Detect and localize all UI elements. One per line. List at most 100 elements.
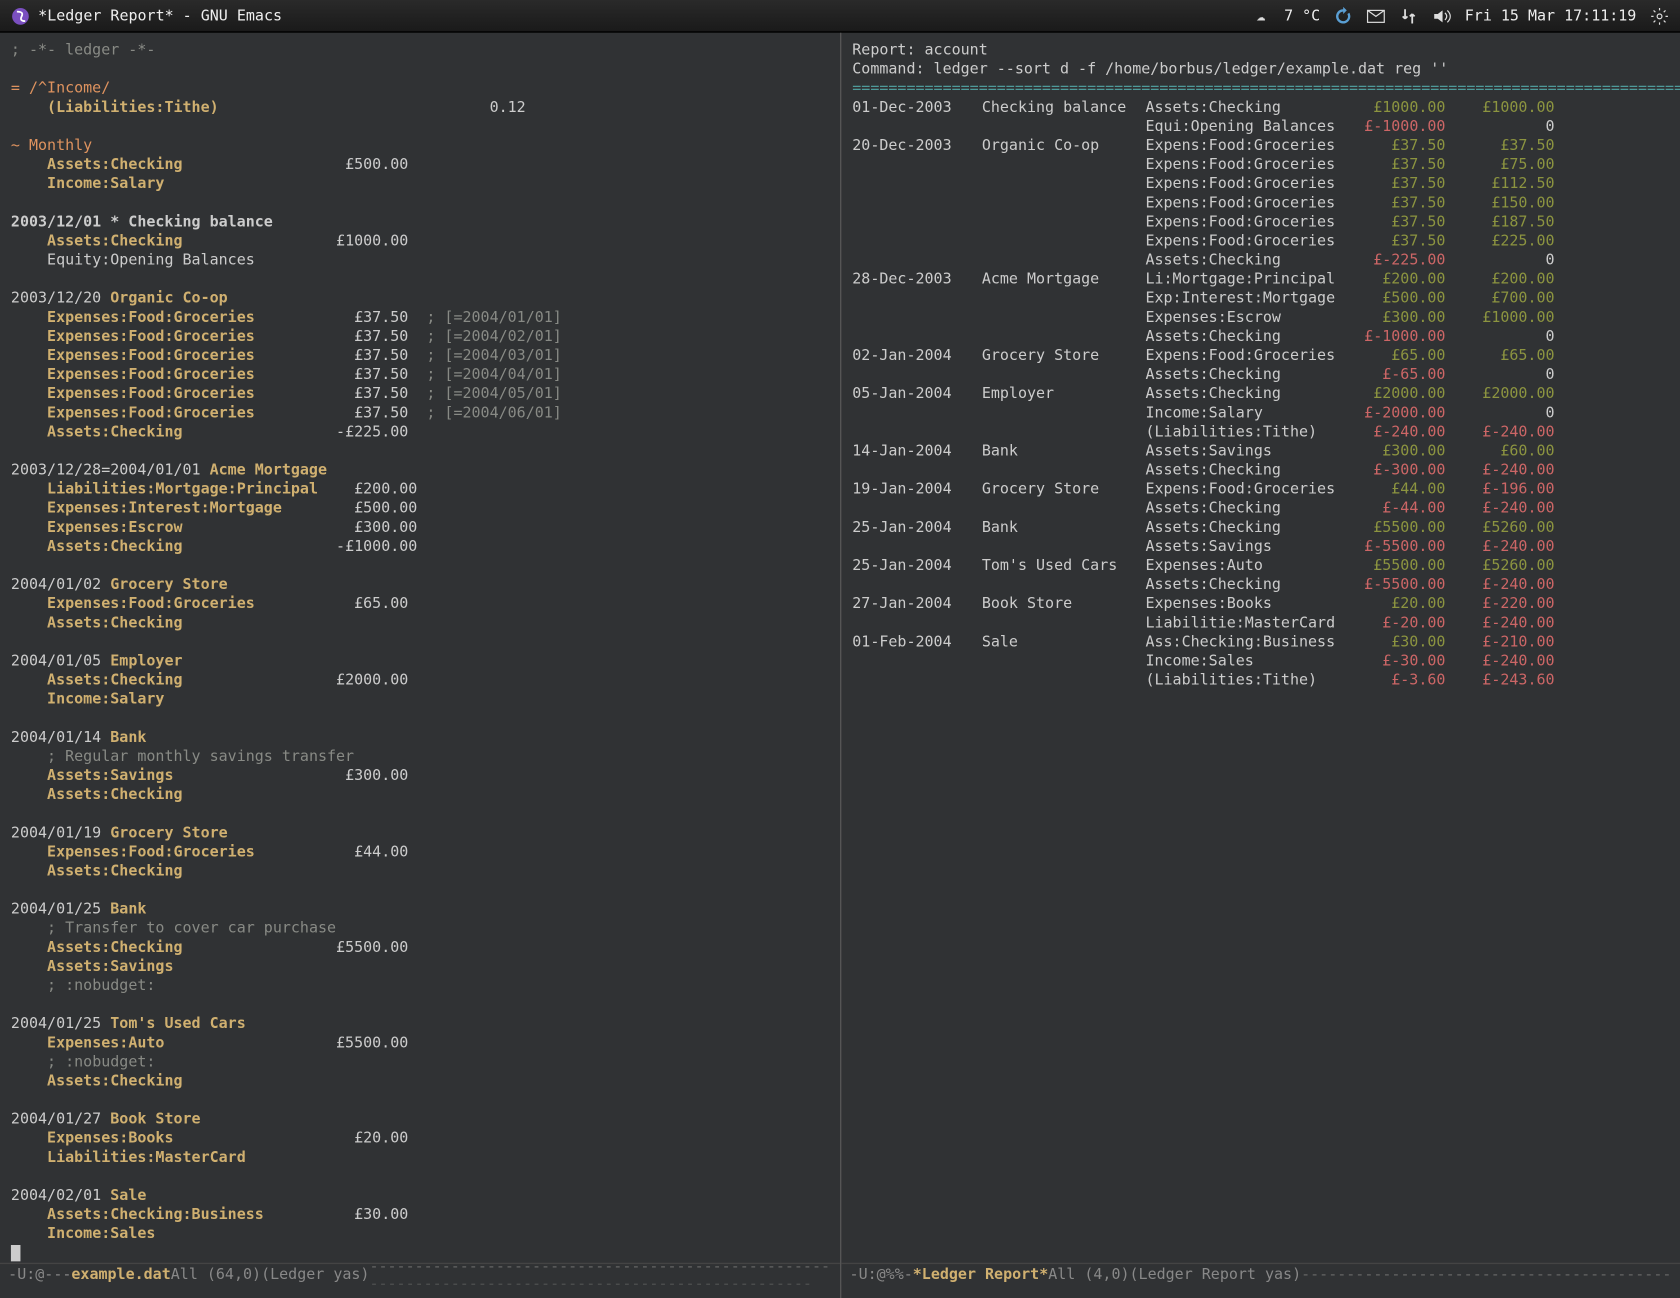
source-line[interactable] xyxy=(11,633,829,652)
source-line[interactable]: Expenses:Food:Groceries £44.00 xyxy=(11,843,829,862)
source-line[interactable]: 2004/01/25 Bank xyxy=(11,900,829,919)
source-line[interactable] xyxy=(11,805,829,824)
source-line[interactable]: 2003/12/01 * Checking balance xyxy=(11,213,829,232)
report-row[interactable]: Assets:Checking£-44.00£-240.00 xyxy=(852,499,1669,518)
source-line[interactable]: 2004/01/14 Bank xyxy=(11,728,829,747)
right-pane[interactable]: Report: accountCommand: ledger --sort d … xyxy=(840,33,1680,1298)
source-line[interactable]: ; Transfer to cover car purchase xyxy=(11,919,829,938)
report-row[interactable]: Income:Sales£-30.00£-240.00 xyxy=(852,652,1669,671)
source-line[interactable]: Assets:Checking -£1000.00 xyxy=(11,537,829,556)
source-line[interactable]: Assets:Checking £2000.00 xyxy=(11,671,829,690)
source-line[interactable]: (Liabilities:Tithe) 0.12 xyxy=(11,98,829,117)
source-line[interactable]: Expenses:Food:Groceries £37.50 ; [=2004/… xyxy=(11,404,829,423)
source-line[interactable] xyxy=(11,709,829,728)
source-line[interactable]: ~ Monthly xyxy=(11,136,829,155)
source-line[interactable]: Expenses:Interest:Mortgage £500.00 xyxy=(11,499,829,518)
source-line[interactable]: Income:Salary xyxy=(11,690,829,709)
source-line[interactable] xyxy=(11,270,829,289)
source-line[interactable]: Expenses:Books £20.00 xyxy=(11,1129,829,1148)
report-row[interactable]: Assets:Checking£-225.000 xyxy=(852,251,1669,270)
source-line[interactable]: ; Regular monthly savings transfer xyxy=(11,747,829,766)
report-row[interactable]: Assets:Checking£-300.00£-240.00 xyxy=(852,461,1669,480)
source-line[interactable]: 2004/01/25 Tom's Used Cars xyxy=(11,1015,829,1034)
report-row[interactable]: 01-Feb-2004SaleAss:Checking:Business£30.… xyxy=(852,633,1669,652)
report-row[interactable]: Assets:Checking£-5500.00£-240.00 xyxy=(852,575,1669,594)
source-line[interactable] xyxy=(11,194,829,213)
report-row[interactable]: (Liabilities:Tithe)£-3.60£-243.60 xyxy=(852,671,1669,690)
source-line[interactable]: Assets:Checking £500.00 xyxy=(11,155,829,174)
report-row[interactable]: Assets:Checking£-1000.000 xyxy=(852,327,1669,346)
refresh-icon[interactable] xyxy=(1334,6,1353,25)
report-row[interactable]: Expens:Food:Groceries£37.50£225.00 xyxy=(852,232,1669,251)
source-line[interactable]: Expenses:Food:Groceries £37.50 ; [=2004/… xyxy=(11,365,829,384)
source-line[interactable] xyxy=(11,1091,829,1110)
report-row[interactable]: 05-Jan-2004EmployerAssets:Checking£2000.… xyxy=(852,385,1669,404)
source-line[interactable]: 2003/12/28=2004/01/01 Acme Mortgage xyxy=(11,461,829,480)
source-line[interactable]: 2004/01/19 Grocery Store xyxy=(11,824,829,843)
report-row[interactable]: Expens:Food:Groceries£37.50£150.00 xyxy=(852,194,1669,213)
source-line[interactable]: Income:Salary xyxy=(11,175,829,194)
report-row[interactable]: 25-Jan-2004BankAssets:Checking£5500.00£5… xyxy=(852,518,1669,537)
network-icon[interactable] xyxy=(1399,6,1418,25)
report-row[interactable]: Expens:Food:Groceries£37.50£75.00 xyxy=(852,155,1669,174)
report-row[interactable]: 27-Jan-2004Book StoreExpenses:Books£20.0… xyxy=(852,595,1669,614)
source-line[interactable] xyxy=(11,60,829,79)
source-line[interactable]: 2003/12/20 Organic Co-op xyxy=(11,289,829,308)
report-row[interactable]: 01-Dec-2003Checking balanceAssets:Checki… xyxy=(852,98,1669,117)
volume-icon[interactable] xyxy=(1432,6,1451,25)
report-row[interactable]: Expenses:Escrow£300.00£1000.00 xyxy=(852,308,1669,327)
source-line[interactable] xyxy=(11,995,829,1014)
report-row[interactable]: Assets:Savings£-5500.00£-240.00 xyxy=(852,537,1669,556)
source-line[interactable]: Liabilities:MasterCard xyxy=(11,1148,829,1167)
report-row[interactable]: 20-Dec-2003Organic Co-opExpens:Food:Groc… xyxy=(852,136,1669,155)
settings-icon[interactable] xyxy=(1650,6,1669,25)
report-row[interactable]: Expens:Food:Groceries£37.50£112.50 xyxy=(852,175,1669,194)
mail-icon[interactable] xyxy=(1367,6,1386,25)
source-line[interactable]: Expenses:Auto £5500.00 xyxy=(11,1034,829,1053)
ledger-source-buffer[interactable]: ; -*- ledger -*- = /^Income/ (Liabilitie… xyxy=(0,33,840,1271)
source-line[interactable]: Expenses:Food:Groceries £37.50 ; [=2004/… xyxy=(11,327,829,346)
source-line[interactable]: Assets:Checking -£225.00 xyxy=(11,423,829,442)
report-row[interactable]: Income:Salary£-2000.000 xyxy=(852,404,1669,423)
source-line[interactable]: Assets:Savings £300.00 xyxy=(11,766,829,785)
source-line[interactable]: 2004/01/02 Grocery Store xyxy=(11,575,829,594)
source-line[interactable]: Assets:Checking £5500.00 xyxy=(11,938,829,957)
source-line[interactable]: Income:Sales xyxy=(11,1225,829,1244)
source-line[interactable] xyxy=(11,442,829,461)
source-line[interactable]: Assets:Checking:Business £30.00 xyxy=(11,1205,829,1224)
report-row[interactable]: Exp:Interest:Mortgage£500.00£700.00 xyxy=(852,289,1669,308)
source-line[interactable]: Expenses:Food:Groceries £37.50 ; [=2004/… xyxy=(11,308,829,327)
source-line[interactable]: ; -*- ledger -*- xyxy=(11,41,829,60)
source-line[interactable]: Assets:Checking xyxy=(11,614,829,633)
report-row[interactable]: Liabilitie:MasterCard£-20.00£-240.00 xyxy=(852,614,1669,633)
source-line[interactable]: = /^Income/ xyxy=(11,79,829,98)
report-row[interactable]: (Liabilities:Tithe)£-240.00£-240.00 xyxy=(852,423,1669,442)
source-line[interactable]: ; :nobudget: xyxy=(11,1053,829,1072)
source-line[interactable] xyxy=(11,556,829,575)
report-row[interactable]: 14-Jan-2004BankAssets:Savings£300.00£60.… xyxy=(852,442,1669,461)
source-line[interactable]: Assets:Checking £1000.00 xyxy=(11,232,829,251)
source-line[interactable]: Assets:Checking xyxy=(11,862,829,881)
source-line[interactable]: Assets:Savings xyxy=(11,957,829,976)
source-line[interactable]: Assets:Checking xyxy=(11,785,829,804)
report-row[interactable]: 25-Jan-2004Tom's Used CarsExpenses:Auto£… xyxy=(852,556,1669,575)
source-line[interactable]: Expenses:Food:Groceries £37.50 ; [=2004/… xyxy=(11,385,829,404)
source-line[interactable]: Equity:Opening Balances xyxy=(11,251,829,270)
source-line[interactable]: Assets:Checking xyxy=(11,1072,829,1091)
report-row[interactable]: Assets:Checking£-65.000 xyxy=(852,365,1669,384)
source-line[interactable] xyxy=(11,117,829,136)
source-line[interactable]: Liabilities:Mortgage:Principal £200.00 xyxy=(11,480,829,499)
source-line[interactable]: ; :nobudget: xyxy=(11,976,829,995)
source-line[interactable] xyxy=(11,1167,829,1186)
report-row[interactable]: Expens:Food:Groceries£37.50£187.50 xyxy=(852,213,1669,232)
report-ruler[interactable]: ========================================… xyxy=(852,79,1669,98)
left-pane[interactable]: ; -*- ledger -*- = /^Income/ (Liabilitie… xyxy=(0,33,840,1298)
report-command[interactable]: Command: ledger --sort d -f /home/borbus… xyxy=(852,60,1669,79)
source-line[interactable]: Expenses:Food:Groceries £37.50 ; [=2004/… xyxy=(11,346,829,365)
report-row[interactable]: 02-Jan-2004Grocery StoreExpens:Food:Groc… xyxy=(852,346,1669,365)
source-line[interactable]: 2004/02/01 Sale xyxy=(11,1186,829,1205)
source-line[interactable]: Expenses:Food:Groceries £65.00 xyxy=(11,595,829,614)
source-line[interactable]: 2004/01/27 Book Store xyxy=(11,1110,829,1129)
source-line[interactable] xyxy=(11,881,829,900)
report-row[interactable]: 19-Jan-2004Grocery StoreExpens:Food:Groc… xyxy=(852,480,1669,499)
